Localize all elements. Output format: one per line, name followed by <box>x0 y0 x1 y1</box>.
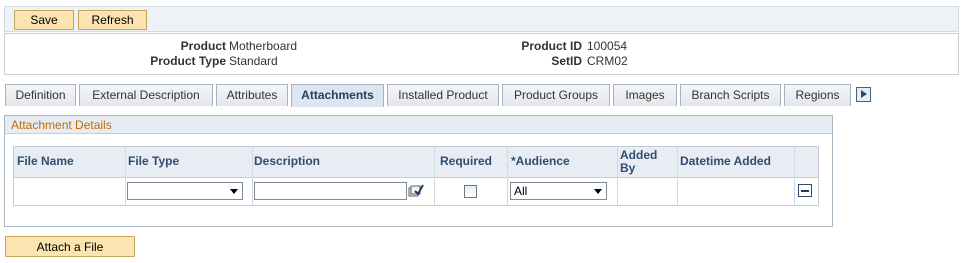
description-input[interactable] <box>254 182 407 200</box>
product-value: Motherboard <box>229 39 298 53</box>
col-datetime-added: Datetime Added <box>680 154 771 168</box>
attachments-grid: File Name File Type Description Required… <box>13 146 819 206</box>
tab-attributes[interactable]: Attributes <box>216 84 288 106</box>
toolbar: Save Refresh <box>4 6 959 32</box>
product-id-value: 100054 <box>587 39 628 53</box>
delete-row-icon[interactable] <box>798 184 812 197</box>
refresh-button[interactable]: Refresh <box>78 10 147 30</box>
col-divider <box>617 147 618 205</box>
product-id-label: Product ID <box>521 39 582 53</box>
prompt-lookup-icon[interactable] <box>407 182 425 198</box>
col-divider <box>677 147 678 205</box>
col-divider <box>434 147 435 205</box>
setid-label: SetID <box>551 54 582 68</box>
col-description: Description <box>254 154 321 168</box>
audience-select[interactable]: All <box>510 182 607 200</box>
tab-images[interactable]: Images <box>613 84 677 106</box>
tab-definition[interactable]: Definition <box>5 84 76 106</box>
col-divider <box>507 147 508 205</box>
product-header: Product Motherboard Product Type Standar… <box>4 33 959 75</box>
setid-value: CRM02 <box>587 54 628 68</box>
col-audience: *Audience <box>511 154 570 168</box>
chevron-down-icon <box>230 189 238 194</box>
product-type-value: Standard <box>229 54 278 68</box>
required-checkbox[interactable] <box>464 185 477 198</box>
col-added-by-line2: By <box>620 161 636 175</box>
col-divider <box>252 147 253 205</box>
tab-regions[interactable]: Regions <box>784 84 851 106</box>
tab-bar: Definition External Description Attribut… <box>4 84 961 107</box>
attach-file-button[interactable]: Attach a File <box>5 236 135 257</box>
product-type-label: Product Type <box>150 54 226 68</box>
tab-scroll-right-icon[interactable] <box>856 87 871 102</box>
col-divider <box>794 147 795 205</box>
group-title: Attachment Details <box>11 118 112 132</box>
group-header: Attachment Details <box>5 116 832 134</box>
tab-product-groups[interactable]: Product Groups <box>502 84 610 106</box>
tab-branch-scripts[interactable]: Branch Scripts <box>680 84 781 106</box>
audience-value: All <box>514 184 528 198</box>
tab-external-description[interactable]: External Description <box>79 84 213 106</box>
col-file-name: File Name <box>17 154 74 168</box>
grid-header: File Name File Type Description Required… <box>14 147 818 177</box>
file-type-select[interactable] <box>127 182 243 200</box>
col-divider <box>125 147 126 205</box>
product-label: Product <box>180 39 226 53</box>
header-divider <box>14 177 818 178</box>
col-file-type: File Type <box>128 154 180 168</box>
col-required: Required <box>440 154 493 168</box>
tab-attachments[interactable]: Attachments <box>291 84 384 107</box>
save-button[interactable]: Save <box>14 10 74 30</box>
chevron-down-icon <box>594 189 602 194</box>
tab-installed-product[interactable]: Installed Product <box>387 84 499 106</box>
